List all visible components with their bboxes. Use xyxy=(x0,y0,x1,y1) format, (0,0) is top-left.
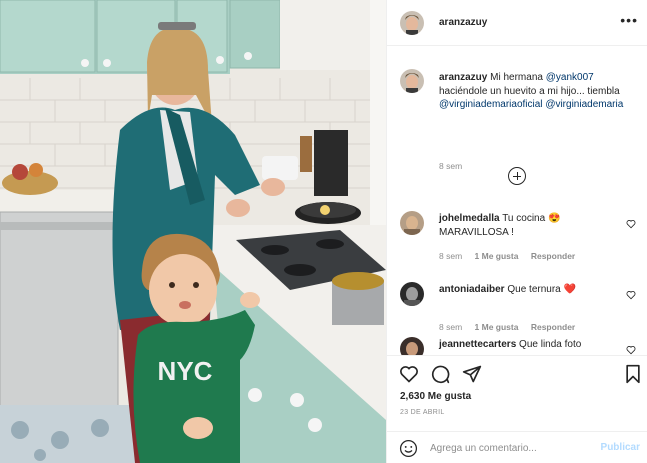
publish-button[interactable]: Publicar xyxy=(601,442,640,453)
comment-timestamp[interactable]: 8 sem xyxy=(439,251,462,261)
comment-item: antoniadaiber Que ternura ❤️ 8 sem 1 Me … xyxy=(400,282,640,334)
svg-text:NYC: NYC xyxy=(158,356,213,386)
comment-emoji: 😍 xyxy=(547,213,561,224)
commenter-avatar[interactable] xyxy=(400,337,424,355)
comment-username[interactable]: jeannettecarters xyxy=(439,339,516,350)
comment-item: jeannettecarters Que linda foto xyxy=(400,337,640,355)
comment-text: antoniadaiber Que ternura ❤️ xyxy=(439,283,611,297)
comment-body: Que linda foto xyxy=(519,339,582,350)
comment-input[interactable] xyxy=(430,439,590,457)
heart-outline-icon[interactable] xyxy=(626,290,636,300)
emoji-icon[interactable] xyxy=(399,439,418,458)
comment-emoji: ❤️ xyxy=(563,284,576,295)
plus-circle-icon[interactable] xyxy=(508,167,526,185)
heart-icon[interactable] xyxy=(399,364,419,384)
post-sidebar: aranzazuy ••• aranzazuy Mi hermana @yank… xyxy=(386,0,647,463)
comment-meta: 8 sem 1 Me gusta Responder xyxy=(439,322,585,332)
share-icon[interactable] xyxy=(462,364,482,384)
comment-body: Tu cocina xyxy=(502,213,546,224)
author-avatar[interactable] xyxy=(400,11,424,35)
comment-icon[interactable] xyxy=(430,364,450,384)
caption-mention[interactable]: @virginiademaria xyxy=(545,99,623,110)
comment-text: jeannettecarters Que linda foto xyxy=(439,338,611,352)
comment-meta: 8 sem 1 Me gusta Responder xyxy=(439,251,585,261)
post-header: aranzazuy ••• xyxy=(387,0,647,46)
comment-username[interactable]: johelmedalla xyxy=(439,213,500,224)
heart-outline-icon[interactable] xyxy=(626,219,636,229)
likes-count[interactable]: 2,630 Me gusta xyxy=(400,391,471,402)
bookmark-icon[interactable] xyxy=(624,364,642,384)
comment-reply-button[interactable]: Responder xyxy=(531,251,575,261)
comment-username[interactable]: antoniadaiber xyxy=(439,284,505,295)
comment-item: johelmedalla Tu cocina 😍 MARAVILLOSA ! 8… xyxy=(400,211,640,263)
comments-list[interactable]: aranzazuy Mi hermana @yank007 haciéndole… xyxy=(387,46,647,355)
comment-body: MARAVILLOSA ! xyxy=(439,226,514,238)
caption-mention[interactable]: @yank007 xyxy=(546,72,594,83)
comment-timestamp[interactable]: 8 sem xyxy=(439,322,462,332)
caption-timestamp[interactable]: 8 sem xyxy=(439,161,462,171)
post-photo[interactable]: NYC xyxy=(0,0,386,463)
caption-avatar[interactable] xyxy=(400,69,424,93)
commenter-avatar[interactable] xyxy=(400,211,424,235)
caption-text: aranzazuy Mi hermana @yank007 haciéndole… xyxy=(439,71,639,112)
heart-outline-icon[interactable] xyxy=(626,345,636,355)
comment-likes-count[interactable]: 1 Me gusta xyxy=(475,251,519,261)
post-date[interactable]: 23 DE ABRIL xyxy=(400,409,445,416)
comment-reply-button[interactable]: Responder xyxy=(531,322,575,332)
commenter-avatar[interactable] xyxy=(400,282,424,306)
add-comment-bar: Publicar xyxy=(387,431,647,463)
post-actions: 2,630 Me gusta 23 DE ABRIL xyxy=(387,355,647,431)
caption-username[interactable]: aranzazuy xyxy=(439,72,487,83)
comment-likes-count[interactable]: 1 Me gusta xyxy=(475,322,519,332)
author-username[interactable]: aranzazuy xyxy=(439,17,487,28)
caption-text-part: Mi hermana xyxy=(490,72,543,83)
caption-text-part: haciéndole un huevito a mi hijo... tiemb… xyxy=(439,85,620,97)
comment-body: Que ternura xyxy=(507,284,561,295)
comment-text: johelmedalla Tu cocina 😍 MARAVILLOSA ! xyxy=(439,212,611,239)
more-horizontal-icon[interactable]: ••• xyxy=(620,12,638,28)
caption-mention[interactable]: @virginiademariaoficial xyxy=(439,99,543,110)
